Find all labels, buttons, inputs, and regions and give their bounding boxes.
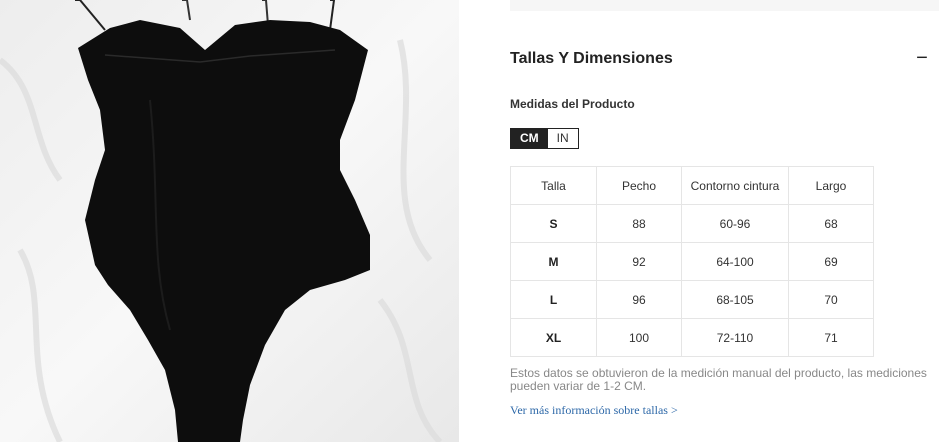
table-row: XL 100 72-110 71 (510, 318, 874, 357)
column-header: Talla (510, 166, 597, 205)
table-cell: 92 (596, 242, 682, 281)
size-cell: L (510, 280, 597, 319)
info-panel-bottom (510, 0, 939, 11)
column-header: Largo (788, 166, 874, 205)
table-cell: 64-100 (681, 242, 789, 281)
table-row: L 96 68-105 70 (510, 280, 874, 319)
section-title: Tallas Y Dimensiones (510, 50, 673, 67)
table-cell: 88 (596, 204, 682, 243)
size-cell: XL (510, 318, 597, 357)
table-cell: 60-96 (681, 204, 789, 243)
table-cell: 68 (788, 204, 874, 243)
size-table: Talla Pecho Contorno cintura Largo S 88 … (510, 166, 874, 357)
table-cell: 70 (788, 280, 874, 319)
table-header-row: Talla Pecho Contorno cintura Largo (510, 166, 874, 205)
product-measurements-heading: Medidas del Producto (510, 97, 635, 111)
table-row: M 92 64-100 69 (510, 242, 874, 281)
table-cell: 72-110 (681, 318, 789, 357)
size-cell: S (510, 204, 597, 243)
unit-toggle: CM IN (510, 128, 579, 149)
table-row: S 88 60-96 68 (510, 204, 874, 243)
size-info-link[interactable]: Ver más información sobre tallas > (510, 403, 678, 418)
table-cell: 96 (596, 280, 682, 319)
column-header: Pecho (596, 166, 682, 205)
table-cell: 100 (596, 318, 682, 357)
table-cell: 69 (788, 242, 874, 281)
measurement-note: Estos datos se obtuvieron de la medición… (510, 366, 927, 393)
unit-cm-button[interactable]: CM (511, 129, 548, 148)
unit-in-button[interactable]: IN (547, 129, 578, 148)
collapse-icon[interactable]: − (912, 46, 932, 70)
table-cell: 68-105 (681, 280, 789, 319)
size-cell: M (510, 242, 597, 281)
product-image (0, 0, 459, 442)
column-header: Contorno cintura (681, 166, 789, 205)
table-cell: 71 (788, 318, 874, 357)
